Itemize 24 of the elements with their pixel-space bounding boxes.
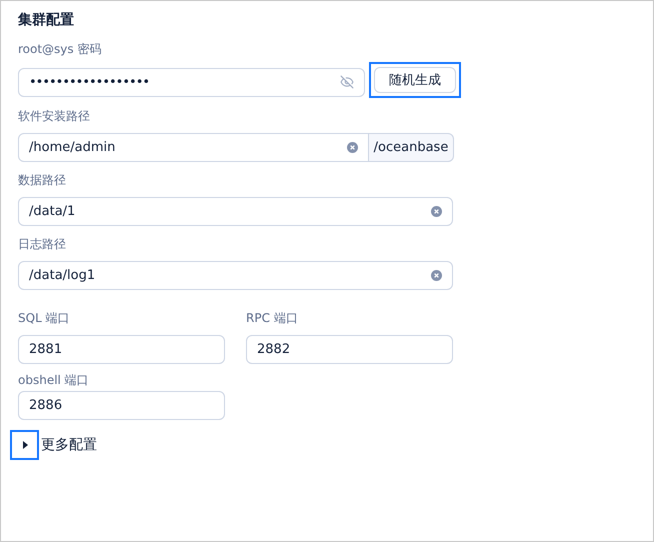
path-suffix: /oceanbase	[369, 133, 454, 162]
input-field[interactable]: 2881	[18, 335, 225, 364]
field-label: 日志路径	[18, 236, 67, 253]
section-title: 集群配置	[18, 11, 75, 30]
field-label: obshell 端口	[18, 372, 90, 389]
clear-icon[interactable]	[347, 142, 358, 153]
password-field[interactable]: ••••••••••••••••••	[18, 68, 365, 96]
clear-icon[interactable]	[431, 270, 442, 281]
field-label: root@sys 密码	[18, 41, 102, 58]
input-field[interactable]: 2886	[18, 391, 225, 420]
input-field[interactable]: /data/1	[18, 197, 453, 226]
input-field[interactable]: /home/admin	[18, 133, 369, 162]
more-settings-label: 更多配置	[41, 436, 97, 454]
field-label: SQL 端口	[18, 310, 71, 327]
clear-icon[interactable]	[431, 206, 442, 217]
field-label: RPC 端口	[246, 310, 299, 327]
input-field[interactable]: /data/log1	[18, 261, 453, 290]
field-label: 软件安装路径	[18, 108, 91, 125]
caret-icon	[20, 440, 28, 450]
input-field[interactable]: 2882	[246, 335, 453, 364]
eye-off-icon[interactable]	[340, 75, 354, 89]
generate-button[interactable]: 随机生成	[369, 62, 461, 98]
expand-toggle[interactable]	[10, 430, 39, 460]
field-label: 数据路径	[18, 172, 67, 189]
